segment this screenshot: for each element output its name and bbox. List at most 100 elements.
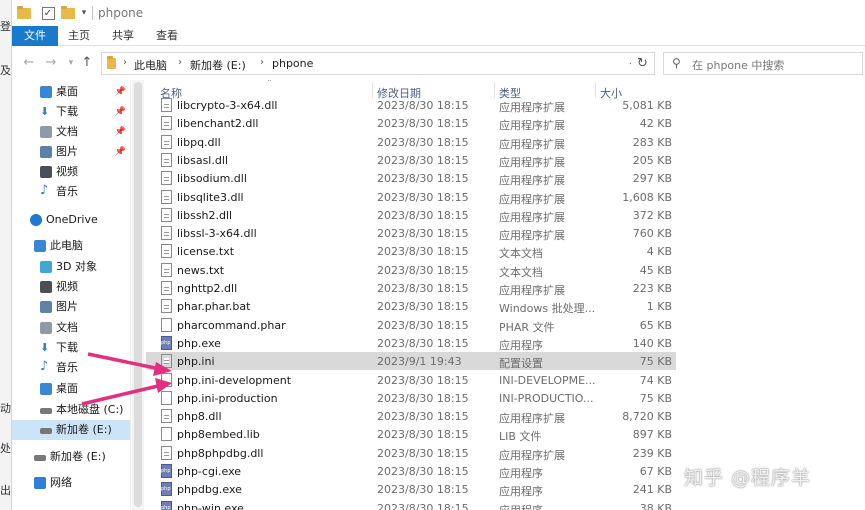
table-row[interactable]: libssh2.dll 2023/8/30 18:15 应用程序扩展 372 KB: [146, 206, 676, 224]
new-folder-icon[interactable]: [60, 5, 76, 21]
videos-icon: [40, 166, 52, 178]
bat-file-icon: [161, 299, 172, 314]
properties-check-icon[interactable]: ✓: [40, 5, 56, 21]
sidebar-item-5[interactable]: ♪ 音乐: [12, 182, 130, 202]
cell-type: 应用程序扩展: [499, 137, 565, 151]
sidebar-item-12[interactable]: ⬇ 下载: [12, 338, 130, 358]
sidebar-item-1[interactable]: ⬇ 下载 📌: [12, 102, 130, 122]
sidebar-item-7[interactable]: 此电脑: [12, 236, 130, 256]
cell-type: INI-DEVELOPME...: [499, 373, 596, 387]
breadcrumb-drive-e[interactable]: 新加卷 (E:): [190, 57, 246, 73]
table-row[interactable]: php-cgi.exe 2023/8/30 18:15 应用程序 67 KB: [146, 462, 676, 480]
table-row[interactable]: php8embed.lib 2023/8/30 18:15 LIB 文件 897 KB: [146, 425, 676, 443]
sidebar-item-13[interactable]: ♪ 音乐: [12, 358, 130, 378]
cell-name: php8phpdbg.dll: [177, 446, 264, 460]
chevron-right-icon[interactable]: ›: [178, 57, 182, 68]
cell-name: phpdbg.exe: [177, 483, 242, 497]
sidebar-item-15[interactable]: 本地磁盘 (C:): [12, 400, 130, 420]
sidebar-item-label: 音乐: [56, 361, 78, 374]
window-title: phpone: [98, 6, 144, 20]
breadcrumb-this-pc[interactable]: 此电脑: [134, 57, 167, 73]
table-row[interactable]: php8phpdbg.dll 2023/8/30 18:15 应用程序扩展 239 K…: [146, 444, 676, 462]
address-bar[interactable]: › 此电脑 › 新加卷 (E:) › phpone ⌄: [101, 52, 641, 75]
cell-date: 2023/8/30 18:15: [377, 245, 469, 259]
chevron-right-icon[interactable]: ›: [123, 57, 127, 68]
sidebar-item-14[interactable]: 桌面: [12, 379, 130, 399]
table-row[interactable]: php.ini 2023/9/1 19:43 配置设置 75 KB: [146, 352, 676, 371]
cell-type: 应用程序扩展: [499, 210, 565, 224]
table-row[interactable]: phpdbg.exe 2023/8/30 18:15 应用程序 241 KB: [146, 480, 676, 498]
cell-name: pharcommand.phar: [177, 318, 286, 332]
forward-arrow-icon[interactable]: →: [44, 56, 58, 70]
sidebar-item-2[interactable]: 文档 📌: [12, 122, 130, 142]
table-row[interactable]: pharcommand.phar 2023/8/30 18:15 PHAR 文件 65…: [146, 316, 676, 334]
cell-date: 2023/8/30 18:15: [377, 501, 469, 510]
table-row[interactable]: libsqlite3.dll 2023/8/30 18:15 应用程序扩展 1,608…: [146, 188, 676, 206]
sidebar-item-4[interactable]: 视频: [12, 162, 130, 182]
chevron-right-icon[interactable]: ›: [260, 57, 264, 68]
scrollbar-thumb[interactable]: [134, 82, 142, 507]
breadcrumb-phpone[interactable]: phpone: [272, 57, 313, 70]
table-row[interactable]: php.ini-production 2023/8/30 18:15 INI-PRO…: [146, 389, 676, 407]
cell-name: php.ini-development: [177, 373, 292, 387]
table-row[interactable]: php.ini-development 2023/8/30 18:15 INI-DE…: [146, 371, 676, 389]
table-row[interactable]: phar.phar.bat 2023/8/30 18:15 Windows 批处理.…: [146, 297, 676, 315]
cell-size: 4 KB: [646, 245, 672, 259]
table-row[interactable]: news.txt 2023/8/30 18:15 文本文档 45 KB: [146, 261, 676, 279]
cell-date: 2023/8/30 18:15: [377, 190, 469, 204]
search-input[interactable]: 在 phpone 中搜索: [692, 57, 784, 73]
sidebar-item-18[interactable]: 网络: [12, 473, 130, 493]
sidebar-item-17[interactable]: 新加卷 (E:): [12, 447, 130, 467]
sidebar-item-10[interactable]: 图片: [12, 297, 130, 317]
table-row[interactable]: libsasl.dll 2023/8/30 18:15 应用程序扩展 205 KB: [146, 151, 676, 169]
table-row[interactable]: nghttp2.dll 2023/8/30 18:15 应用程序扩展 223 KB: [146, 279, 676, 297]
cell-size: 241 KB: [632, 483, 672, 497]
sidebar-item-16[interactable]: 新加卷 (E:): [12, 420, 130, 440]
dll-file-icon: [161, 98, 172, 112]
blank-file-icon: [161, 390, 172, 405]
sidebar-item-8[interactable]: 3D 对象: [12, 257, 130, 277]
table-row[interactable]: libcrypto-3-x64.dll 2023/8/30 18:15 应用程序扩展…: [146, 96, 676, 114]
cell-size: 67 KB: [639, 465, 672, 478]
up-arrow-icon[interactable]: ↑: [80, 56, 94, 70]
cell-date: 2023/8/30 18:15: [377, 446, 469, 460]
sidebar-item-9[interactable]: 视频: [12, 277, 130, 297]
sidebar-item-6[interactable]: OneDrive: [12, 210, 130, 230]
nav-scrollbar[interactable]: [132, 80, 144, 510]
pictures-icon: [40, 301, 52, 313]
navigation-pane: 桌面 📌 ⬇ 下载 📌 文档 📌 图片 📌 视频 ♪ 音乐 OneDrive 此电脑 3D 对象 视频 图片 文档…: [12, 80, 130, 510]
tab-view[interactable]: 查看: [146, 26, 188, 46]
table-row[interactable]: libssl-3-x64.dll 2023/8/30 18:15 应用程序扩展 760…: [146, 224, 676, 242]
sidebar-item-11[interactable]: 文档: [12, 318, 130, 338]
sidebar-item-0[interactable]: 桌面 📌: [12, 82, 130, 102]
table-row[interactable]: libpq.dll 2023/8/30 18:15 应用程序扩展 283 KB: [146, 133, 676, 151]
table-row[interactable]: libenchant2.dll 2023/8/30 18:15 应用程序扩展 42 K…: [146, 114, 676, 132]
tab-share[interactable]: 共享: [102, 26, 144, 46]
table-row[interactable]: php8.dll 2023/8/30 18:15 应用程序扩展 8,720 KB: [146, 407, 676, 425]
tab-file[interactable]: 文件: [12, 26, 58, 46]
cell-size: 140 KB: [632, 336, 672, 350]
cell-name: libssl-3-x64.dll: [177, 227, 257, 241]
cell-type: 应用程序扩展: [499, 119, 565, 133]
back-arrow-icon[interactable]: ←: [22, 56, 36, 70]
cell-name: php.exe: [177, 336, 221, 350]
address-folder-icon: [107, 56, 119, 69]
pictures-icon: [40, 146, 52, 158]
table-row[interactable]: php-win.exe 2023/8/30 18:15 应用程序 38 KB: [146, 499, 676, 510]
refresh-icon[interactable]: ↻: [631, 52, 655, 75]
quick-access-dropdown-icon[interactable]: ▾: [76, 5, 92, 21]
table-row[interactable]: libsodium.dll 2023/8/30 18:15 应用程序扩展 297 KB: [146, 169, 676, 187]
tab-home[interactable]: 主页: [58, 26, 100, 46]
sidebar-item-3[interactable]: 图片 📌: [12, 142, 130, 162]
blank-file-icon: [161, 372, 172, 387]
sidebar-item-label: OneDrive: [46, 213, 98, 226]
table-row[interactable]: php.exe 2023/8/30 18:15 应用程序 140 KB: [146, 334, 676, 352]
search-box[interactable]: ⚲ 在 phpone 中搜索: [663, 52, 863, 75]
recent-locations-icon[interactable]: ▾: [64, 56, 78, 70]
cell-size: 5,081 KB: [622, 99, 672, 112]
cell-type: 应用程序扩展: [499, 412, 565, 426]
table-row[interactable]: license.txt 2023/8/30 18:15 文本文档 4 KB: [146, 242, 676, 260]
download-icon: ⬇: [40, 341, 50, 354]
sidebar-item-label: 图片: [56, 145, 78, 158]
cell-date: 2023/8/30 18:15: [377, 263, 469, 277]
